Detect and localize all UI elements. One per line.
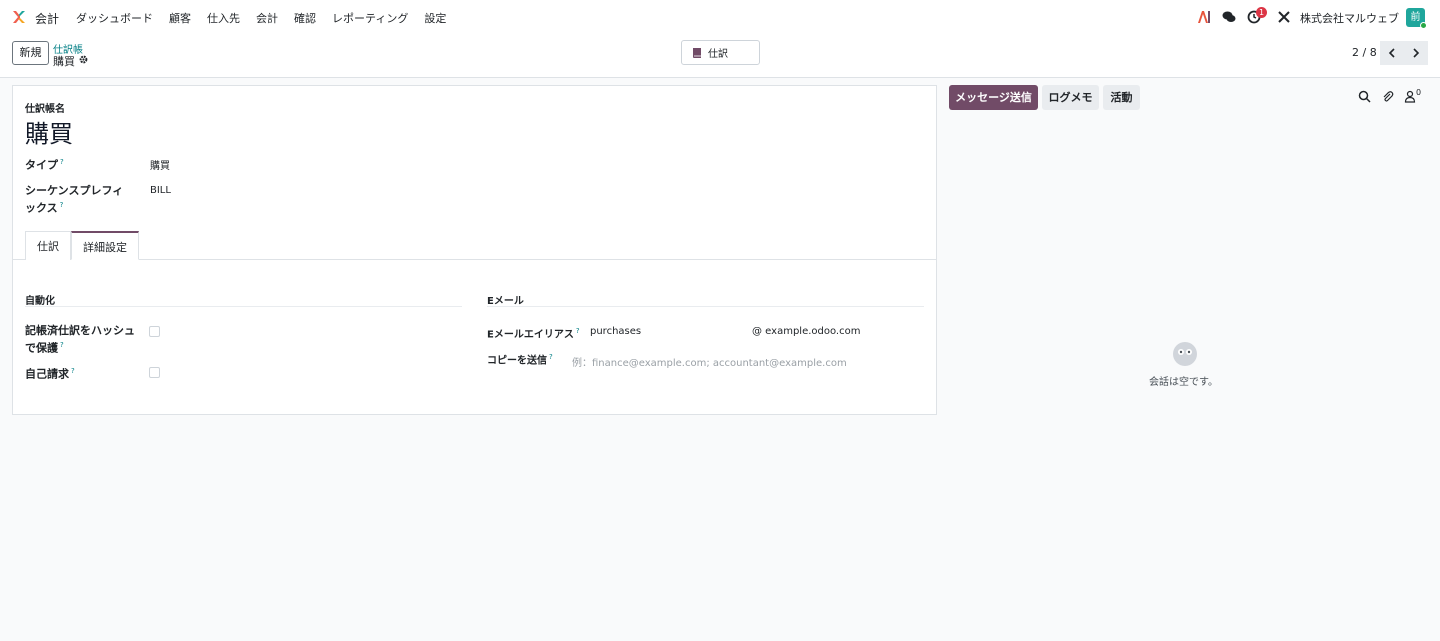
- online-status-dot: [1420, 22, 1427, 29]
- menu-configuration[interactable]: 設定: [424, 10, 446, 26]
- pager-previous-button[interactable]: [1380, 41, 1404, 65]
- tools-icon[interactable]: [1277, 10, 1291, 24]
- self-billing-label: 自己請求?: [25, 367, 75, 381]
- sequence-prefix-field[interactable]: BILL: [150, 185, 171, 196]
- hash-protection-checkbox[interactable]: [149, 326, 160, 337]
- email-section-title: Eメール: [487, 296, 524, 307]
- help-tooltip-icon[interactable]: ?: [576, 327, 580, 335]
- email-alias-field[interactable]: purchases: [590, 326, 641, 337]
- section-divider: [25, 306, 462, 307]
- type-label: タイプ?: [25, 158, 64, 172]
- chat-icon[interactable]: [1222, 10, 1236, 24]
- help-tooltip-icon[interactable]: ?: [549, 353, 553, 361]
- log-note-button[interactable]: ログメモ: [1042, 85, 1099, 110]
- app-name[interactable]: 会計: [35, 10, 59, 27]
- tab-journal-entries[interactable]: 仕訳: [25, 231, 71, 260]
- menu-vendors[interactable]: 仕入先: [207, 10, 240, 26]
- pager-value[interactable]: 2 / 8: [1352, 46, 1377, 59]
- automation-section-title: 自動化: [25, 296, 55, 307]
- menu-dashboard[interactable]: ダッシュボード: [76, 10, 153, 26]
- accounting-app-icon[interactable]: [11, 9, 27, 25]
- top-navbar: 会計 ダッシュボード 顧客 仕入先 会計 確認 レポーティング 設定 1 株式会…: [0, 0, 1440, 34]
- menu-accounting[interactable]: 会計: [256, 10, 278, 26]
- new-button[interactable]: 新規: [12, 41, 49, 65]
- journal-name-label: 仕訳帳名: [25, 104, 65, 115]
- help-tooltip-icon[interactable]: ?: [71, 367, 75, 375]
- form-sheet: 仕訳帳名 購買 タイプ? 購買 シーケンスプレフィックス? BILL 仕訳 詳細…: [12, 85, 937, 415]
- journal-items-smart-button[interactable]: 仕訳: [681, 40, 760, 65]
- notebook-tabs: 仕訳 詳細設定: [13, 231, 936, 260]
- email-alias-label: Eメールエイリアス?: [487, 327, 580, 341]
- menu-reporting[interactable]: レポーティング: [332, 10, 408, 26]
- menu-customers[interactable]: 顧客: [169, 10, 191, 26]
- journal-name-field[interactable]: 購買: [25, 114, 73, 149]
- user-avatar[interactable]: 前: [1406, 8, 1427, 29]
- sequence-prefix-label: シーケンスプレフィックス?: [25, 184, 124, 215]
- chevron-right-icon: [1413, 48, 1420, 58]
- book-icon: [693, 47, 701, 58]
- cc-label: コピーを送信?: [487, 353, 553, 367]
- paperclip-icon[interactable]: [1381, 90, 1394, 103]
- help-tooltip-icon[interactable]: ?: [60, 158, 64, 166]
- type-field[interactable]: 購買: [150, 157, 170, 172]
- empty-conversation-face-icon: [1173, 342, 1197, 366]
- email-domain: @ example.odoo.com: [752, 326, 861, 337]
- chevron-left-icon: [1388, 48, 1395, 58]
- menu-review[interactable]: 確認: [294, 10, 316, 26]
- followers-count: 0: [1416, 88, 1422, 97]
- activity-button[interactable]: 活動: [1103, 85, 1140, 110]
- section-divider: [487, 306, 924, 307]
- hash-protection-label: 記帳済仕訳をハッシュで保護?: [25, 324, 135, 355]
- cc-input[interactable]: 例：finance@example.com; accountant@exampl…: [572, 354, 847, 369]
- breadcrumb-current: 購買: [53, 55, 75, 68]
- send-message-button[interactable]: メッセージ送信: [949, 85, 1038, 110]
- empty-conversation-text: 会話は空です。: [1149, 377, 1218, 388]
- activity-badge: 1: [1256, 7, 1267, 18]
- help-tooltip-icon[interactable]: ?: [60, 201, 64, 209]
- search-icon[interactable]: [1358, 90, 1371, 103]
- main-menu: ダッシュボード 顧客 仕入先 会計 確認 レポーティング 設定: [76, 10, 462, 26]
- company-switcher[interactable]: 株式会社マルウェブ: [1300, 10, 1399, 26]
- help-tooltip-icon[interactable]: ?: [60, 341, 64, 349]
- avatar-initial: 前: [1410, 12, 1421, 23]
- gear-icon[interactable]: [79, 55, 88, 64]
- ai-icon[interactable]: [1197, 10, 1211, 24]
- self-billing-checkbox[interactable]: [149, 367, 160, 378]
- smart-button-label: 仕訳: [708, 49, 728, 60]
- tab-advanced-settings[interactable]: 詳細設定: [71, 231, 139, 260]
- control-panel: 新規 仕訳帳 購買 仕訳 2 / 8: [0, 34, 1440, 78]
- pager-next-button[interactable]: [1404, 41, 1428, 65]
